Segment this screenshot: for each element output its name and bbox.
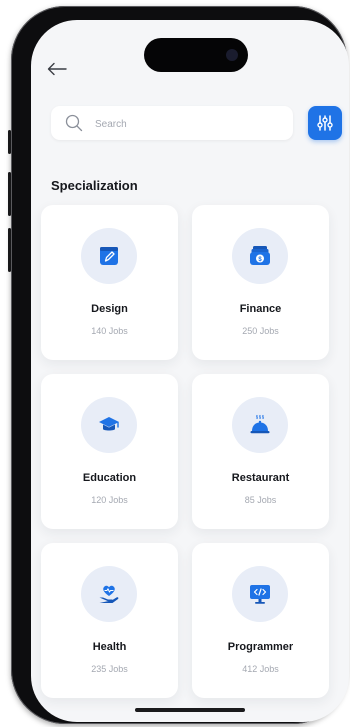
health-icon	[99, 585, 119, 603]
icon-circle	[232, 566, 288, 622]
category-card-programmer[interactable]: Programmer 412 Jobs	[192, 543, 329, 698]
code-monitor-icon	[250, 585, 270, 604]
category-jobs-count: 412 Jobs	[242, 664, 279, 674]
category-title: Finance	[239, 303, 282, 315]
category-card-design[interactable]: Design 140 Jobs	[41, 205, 178, 360]
search-icon	[65, 114, 83, 132]
icon-circle	[232, 397, 288, 453]
category-jobs-count: 85 Jobs	[244, 495, 277, 505]
category-title: Design	[91, 303, 128, 315]
category-card-finance[interactable]: $ Finance 250 Jobs	[192, 205, 329, 360]
finance-icon: $	[250, 246, 270, 265]
home-indicator[interactable]	[135, 708, 245, 712]
back-button[interactable]	[47, 62, 67, 76]
icon-circle	[81, 566, 137, 622]
icon-circle: $	[232, 228, 288, 284]
icon-circle	[81, 228, 137, 284]
filter-button[interactable]	[308, 106, 342, 140]
app-screen: Specialization Design 140 Jobs $ Finance…	[31, 20, 349, 722]
category-title: Health	[92, 641, 127, 653]
category-title: Education	[82, 472, 137, 484]
cloche-icon	[250, 414, 270, 434]
camera-icon	[226, 49, 238, 61]
icon-circle	[81, 397, 137, 453]
category-card-education[interactable]: Education 120 Jobs	[41, 374, 178, 529]
category-title: Restaurant	[231, 472, 290, 484]
design-icon	[100, 247, 118, 265]
category-card-restaurant[interactable]: Restaurant 85 Jobs	[192, 374, 329, 529]
search-input[interactable]	[93, 114, 282, 134]
category-card-health[interactable]: Health 235 Jobs	[41, 543, 178, 698]
dynamic-island	[144, 38, 248, 72]
section-title: Specialization	[51, 178, 138, 193]
category-jobs-count: 140 Jobs	[91, 326, 128, 336]
category-jobs-count: 250 Jobs	[242, 326, 279, 336]
search-bar[interactable]	[51, 106, 293, 140]
category-jobs-count: 120 Jobs	[91, 495, 128, 505]
category-jobs-count: 235 Jobs	[91, 664, 128, 674]
graduation-cap-icon	[99, 417, 119, 431]
category-title: Programmer	[227, 641, 294, 653]
arrow-left-icon	[47, 62, 67, 76]
sliders-icon	[317, 115, 333, 131]
